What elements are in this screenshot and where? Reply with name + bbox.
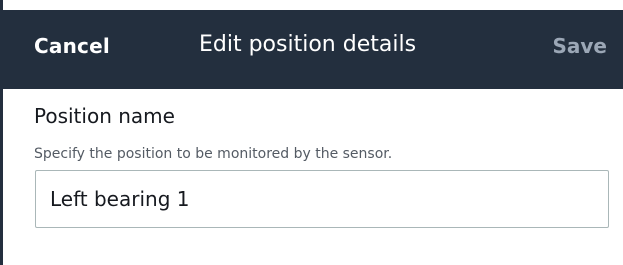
top-gap [3, 0, 623, 10]
edit-position-dialog: Cancel Edit position details Save Positi… [0, 0, 623, 265]
dialog-header: Cancel Edit position details Save [3, 10, 623, 89]
save-button[interactable]: Save [552, 34, 607, 58]
dialog-title: Edit position details [199, 32, 417, 57]
position-name-input[interactable] [35, 170, 609, 228]
position-name-description: Specify the position to be monitored by … [34, 146, 393, 162]
cancel-button[interactable]: Cancel [34, 34, 110, 58]
position-name-label: Position name [34, 104, 175, 128]
